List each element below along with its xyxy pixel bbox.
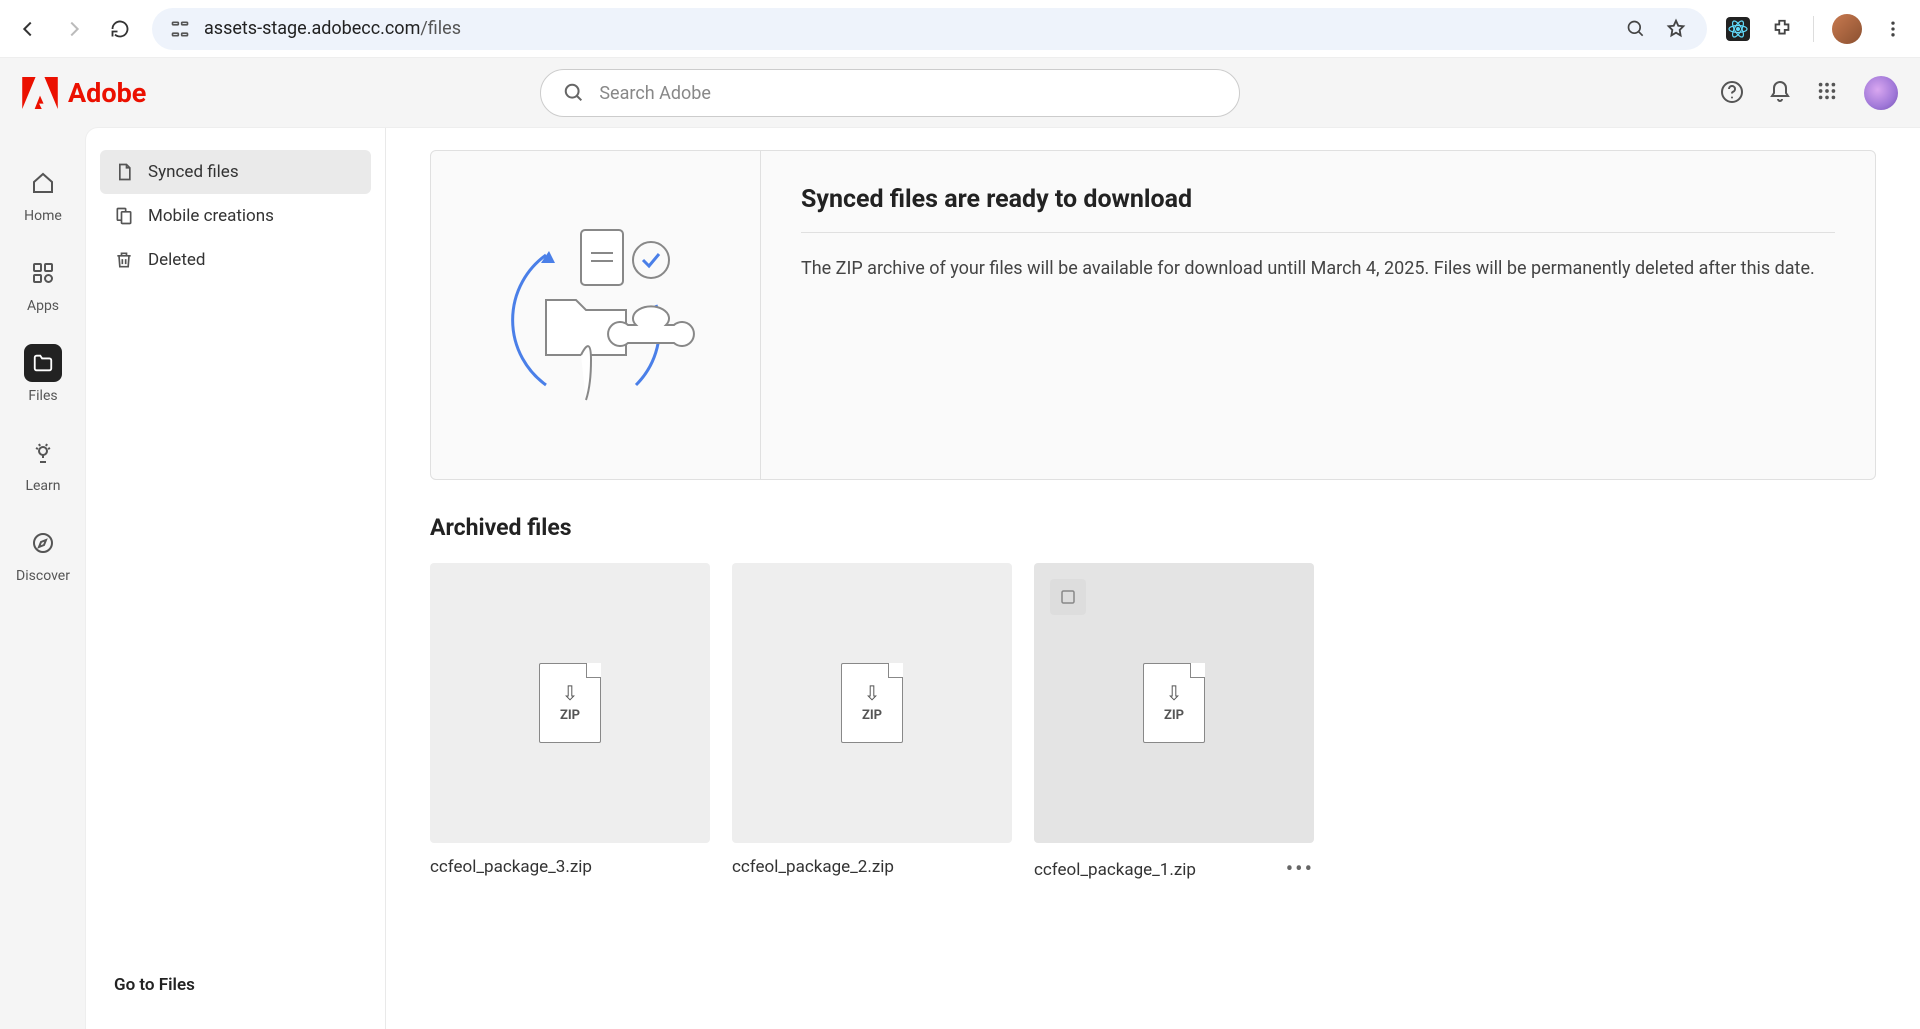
trash-icon	[114, 250, 134, 270]
browser-actions	[1725, 14, 1906, 44]
file-thumbnail[interactable]: ⇩ ZIP	[732, 563, 1012, 843]
file-thumbnail[interactable]: ⇩ ZIP	[1034, 563, 1314, 843]
zoom-icon[interactable]	[1623, 16, 1649, 42]
extensions-icon[interactable]	[1769, 16, 1795, 42]
bookmark-star-icon[interactable]	[1663, 16, 1689, 42]
app-switcher-icon[interactable]	[1816, 80, 1842, 106]
rail-label: Apps	[27, 298, 59, 314]
file-card: ⇩ ZIP ccfeol_package_1.zip •••	[1034, 563, 1314, 882]
rail-label: Home	[24, 208, 62, 224]
side-nav: Synced files Mobile creations Deleted Go…	[86, 128, 386, 1029]
rail-label: Learn	[25, 478, 60, 494]
adobe-mark-icon	[22, 77, 58, 109]
rail-item-discover[interactable]: Discover	[16, 524, 70, 584]
search-input[interactable]	[599, 83, 1217, 104]
adobe-wordmark: Adobe	[68, 77, 146, 109]
help-icon[interactable]	[1720, 80, 1746, 106]
more-actions-icon[interactable]: •••	[1286, 857, 1314, 882]
left-rail: Home Apps Files Learn Discover	[0, 128, 86, 1029]
file-grid: ⇩ ZIP ccfeol_package_3.zip ⇩ ZIP	[430, 563, 1876, 882]
app-body: Home Apps Files Learn Discover Synced fi…	[0, 128, 1920, 1029]
sidenav-label: Mobile creations	[148, 206, 274, 226]
divider	[801, 232, 1835, 233]
app-header: Adobe	[0, 58, 1920, 128]
banner-title: Synced files are ready to download	[801, 185, 1835, 214]
reload-button[interactable]	[106, 15, 134, 43]
file-thumbnail[interactable]: ⇩ ZIP	[430, 563, 710, 843]
divider	[1813, 16, 1814, 42]
url-text: assets-stage.adobecc.com/files	[204, 18, 1609, 39]
rail-label: Discover	[16, 568, 70, 584]
main-panel: Synced files Mobile creations Deleted Go…	[86, 128, 1920, 1029]
content-area: Synced files are ready to download The Z…	[386, 128, 1920, 1029]
file-card: ⇩ ZIP ccfeol_package_2.zip	[732, 563, 1012, 882]
info-banner: Synced files are ready to download The Z…	[430, 150, 1876, 480]
file-icon	[114, 162, 134, 182]
sidenav-item-deleted[interactable]: Deleted	[100, 238, 371, 282]
rail-item-learn[interactable]: Learn	[24, 434, 62, 494]
user-avatar[interactable]	[1864, 76, 1898, 110]
banner-body: The ZIP archive of your files will be av…	[801, 255, 1835, 282]
file-name: ccfeol_package_3.zip	[430, 857, 592, 877]
file-name: ccfeol_package_1.zip	[1034, 860, 1196, 880]
zip-file-icon: ⇩ ZIP	[841, 663, 903, 743]
zip-file-icon: ⇩ ZIP	[1143, 663, 1205, 743]
forward-button[interactable]	[60, 15, 88, 43]
sidenav-label: Synced files	[148, 162, 239, 182]
browser-toolbar: assets-stage.adobecc.com/files	[0, 0, 1920, 58]
notifications-icon[interactable]	[1768, 80, 1794, 106]
banner-illustration	[431, 151, 761, 479]
mobile-creations-icon	[114, 206, 134, 226]
rail-item-home[interactable]: Home	[24, 164, 62, 224]
browser-profile-avatar[interactable]	[1832, 14, 1862, 44]
search-icon	[563, 82, 585, 104]
browser-menu-icon[interactable]	[1880, 16, 1906, 42]
sidenav-label: Deleted	[148, 250, 205, 270]
search-bar[interactable]	[540, 69, 1240, 117]
select-checkbox[interactable]	[1050, 579, 1086, 615]
sidenav-item-mobile-creations[interactable]: Mobile creations	[100, 194, 371, 238]
section-title: Archived files	[430, 514, 1876, 541]
rail-label: Files	[28, 388, 57, 404]
back-button[interactable]	[14, 15, 42, 43]
banner-text: Synced files are ready to download The Z…	[761, 151, 1875, 479]
rail-item-files[interactable]: Files	[24, 344, 62, 404]
header-actions	[1720, 76, 1898, 110]
site-settings-icon[interactable]	[170, 19, 190, 39]
address-bar[interactable]: assets-stage.adobecc.com/files	[152, 8, 1707, 50]
react-devtools-extension-icon[interactable]	[1725, 16, 1751, 42]
zip-file-icon: ⇩ ZIP	[539, 663, 601, 743]
file-card: ⇩ ZIP ccfeol_package_3.zip	[430, 563, 710, 882]
adobe-logo[interactable]: Adobe	[22, 77, 146, 109]
go-to-files-link[interactable]: Go to Files	[100, 963, 371, 1007]
rail-item-apps[interactable]: Apps	[24, 254, 62, 314]
file-name: ccfeol_package_2.zip	[732, 857, 894, 877]
sidenav-item-synced-files[interactable]: Synced files	[100, 150, 371, 194]
